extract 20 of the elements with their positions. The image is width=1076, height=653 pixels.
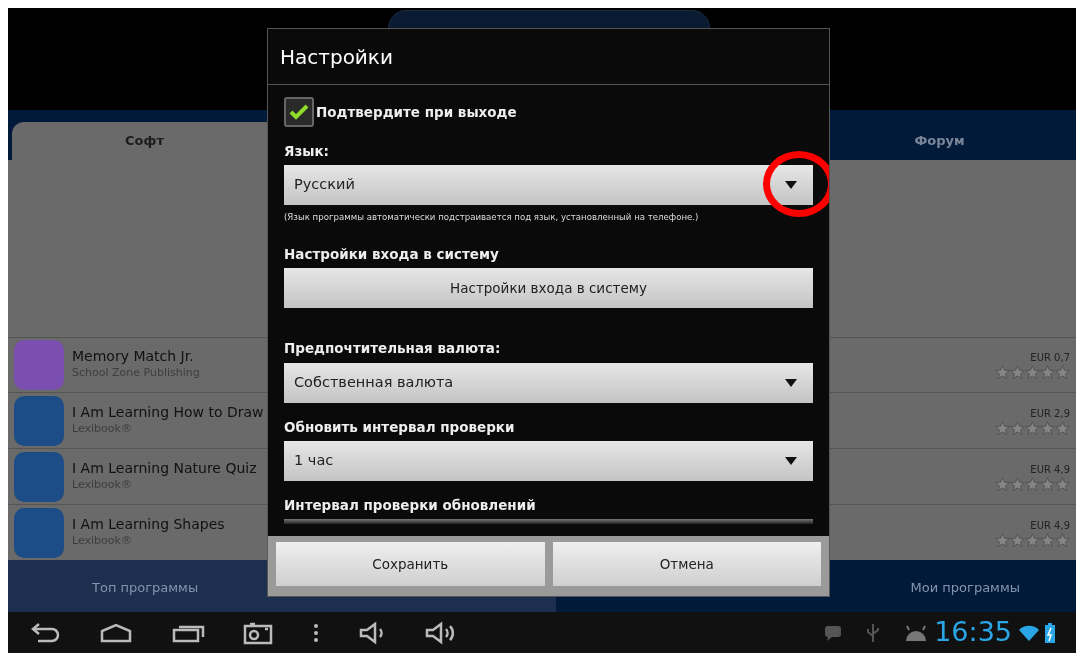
field-label: Настройки входа в систему	[284, 245, 500, 265]
app-price: EUR 0,7	[1030, 350, 1070, 365]
dialog-title: Настройки	[268, 29, 829, 85]
app-price: EUR 4,9	[1030, 462, 1070, 477]
clock-time: 16:35	[934, 615, 1012, 650]
checkbox-label: Подтвердите при выходе	[316, 102, 517, 122]
field-label: Интервал проверки обновлений	[284, 495, 537, 515]
field-label: Предпочтительная валюта:	[284, 339, 502, 359]
app-price: EUR 4,9	[1030, 518, 1070, 533]
app-price: EUR 2,9	[1030, 406, 1070, 421]
app-title: Memory Match Jr.	[72, 348, 195, 366]
dropdown-value: Русский	[294, 175, 355, 195]
field-label: Язык:	[284, 142, 330, 161]
app-title: I Am Learning How to Draw	[72, 404, 264, 421]
app-title: I Am Learning Nature Quiz	[72, 460, 257, 477]
hint-text: (Язык программы автоматически подстраивается под язык, установленный на телефоне.)	[284, 211, 700, 225]
app-title: I Am Learning Shapes	[72, 515, 225, 533]
dropdown-value: 1 час	[294, 451, 334, 470]
field-label: Обновить интервал проверки	[284, 417, 516, 437]
dropdown-value: Собственная валюта	[294, 372, 454, 392]
